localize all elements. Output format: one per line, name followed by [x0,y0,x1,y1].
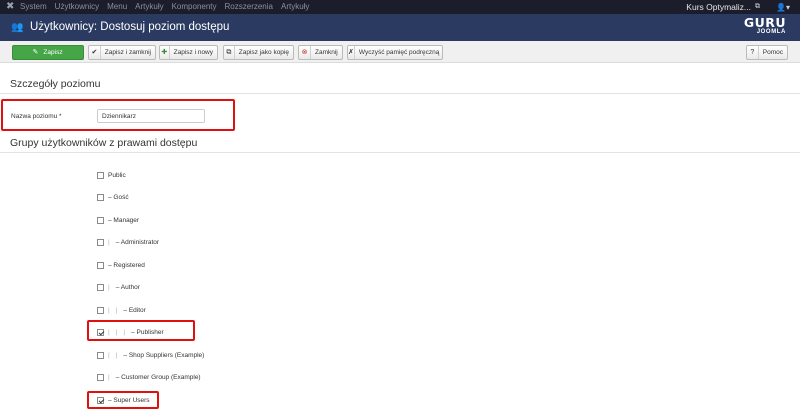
question-icon: ? [747,46,759,59]
save-button[interactable]: ✎ Zapisz [12,45,84,60]
level-name-label: Nazwa poziomu * [11,113,62,120]
group-item-editor[interactable]: | | – Editor [97,304,146,316]
group-item-manager[interactable]: – Manager [97,214,139,226]
checkbox[interactable] [97,193,104,201]
menu-item-articles[interactable]: Artykuły [135,0,163,14]
tree-indent: | [108,328,110,336]
tree-indent: | [108,373,110,381]
group-item-administrator[interactable]: | – Administrator [97,236,159,248]
group-item-public[interactable]: Public [97,169,126,181]
checkbox[interactable] [97,171,104,179]
tree-indent: | [123,328,126,336]
tree-indent: | [108,351,110,359]
edit-icon: ✎ [32,49,39,56]
level-name-input[interactable] [97,109,205,123]
check-icon: ✔ [89,46,101,59]
tree-indent: | [115,306,118,314]
close-icon: ⊗ [299,46,311,59]
group-item-super-users[interactable]: – Super Users [97,394,150,406]
checkbox[interactable] [97,261,104,269]
group-item-guest[interactable]: – Gość [97,191,129,203]
user-groups-heading: Grupy użytkowników z prawami dostępu [10,137,198,149]
top-navbar: ✖ System Użytkownicy Menu Artykuły Kompo… [0,0,800,14]
users-icon: 👥 [11,22,24,33]
checkbox[interactable] [97,216,104,224]
tree-indent: | [108,238,110,246]
tree-indent: | [108,283,110,291]
close-button[interactable]: ⊗ Zamknij [298,45,343,60]
joomla-logo-icon[interactable]: ✖ [6,2,16,12]
menu-item-articles-2[interactable]: Artykuły [281,0,309,14]
site-name-link[interactable]: Kurs Optymaliz... [686,0,751,14]
checkbox[interactable] [97,306,104,314]
group-item-registered[interactable]: – Registered [97,259,145,271]
page-header: 👥 Użytkownicy: Dostosuj poziom dostępu G… [0,14,800,41]
tree-indent: | [115,351,118,359]
menu-item-users[interactable]: Użytkownicy [55,0,99,14]
divider [0,152,800,153]
plus-icon: ✚ [160,46,170,59]
checkbox[interactable] [97,283,104,291]
group-item-shop-suppliers[interactable]: | | – Shop Suppliers (Example) [97,349,204,361]
external-link-icon: ⧉ [755,3,761,10]
menu-item-components[interactable]: Komponenty [172,0,217,14]
group-item-customer-group[interactable]: | – Customer Group (Example) [97,371,201,383]
level-details-heading: Szczegóły poziomu [10,78,101,90]
menu-item-system[interactable]: System [20,0,47,14]
tree-indent: | [115,328,118,336]
help-button[interactable]: ? Pomoc [746,45,788,60]
divider [0,93,800,94]
save-new-button[interactable]: ✚ Zapisz i nowy [159,45,218,60]
checkbox[interactable] [97,373,104,381]
checkbox[interactable] [97,351,104,359]
broom-icon: ✗ [348,46,355,59]
save-copy-button[interactable]: ⧉ Zapisz jako kopię [223,45,294,60]
group-item-publisher[interactable]: | | | – Publisher [97,326,164,338]
checkbox[interactable] [97,238,104,246]
save-close-button[interactable]: ✔ Zapisz i zamknij [88,45,156,60]
page-title: Użytkownicy: Dostosuj poziom dostępu [30,21,230,33]
guru-joomla-logo: GURU JOOMLA [743,15,786,35]
tree-indent: | [108,306,110,314]
menu-item-menu[interactable]: Menu [107,0,127,14]
user-icon[interactable]: 👤▾ [776,3,790,12]
copy-icon: ⧉ [224,46,235,59]
group-item-author[interactable]: | – Author [97,281,140,293]
clear-cache-button[interactable]: ✗ Wyczyść pamięć podręczną [347,45,443,60]
toolbar: ✎ Zapisz ✔ Zapisz i zamknij ✚ Zapisz i n… [0,41,800,63]
checkbox-checked[interactable] [97,328,104,336]
checkbox-checked[interactable] [97,396,104,404]
top-menu: System Użytkownicy Menu Artykuły Kompone… [20,0,317,14]
menu-item-extensions[interactable]: Rozszerzenia [225,0,273,14]
